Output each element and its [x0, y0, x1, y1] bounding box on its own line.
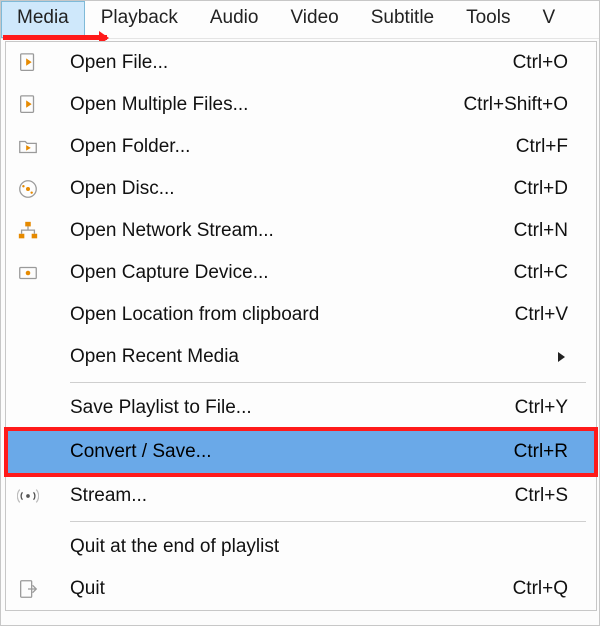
menubar: Media Playback Audio Video Subtitle Tool…: [1, 1, 599, 39]
menubar-item-subtitle[interactable]: Subtitle: [355, 1, 450, 38]
menu-shortcut: Ctrl+Q: [513, 578, 586, 600]
file-play-icon: [12, 52, 44, 74]
menu-shortcut: Ctrl+D: [514, 178, 586, 200]
disc-icon: [12, 178, 44, 200]
menu-shortcut: Ctrl+Y: [515, 397, 586, 419]
menu-item-open-multiple[interactable]: Open Multiple Files... Ctrl+Shift+O: [6, 84, 596, 126]
stream-icon: [12, 485, 44, 507]
menu-label: Open Network Stream...: [70, 220, 514, 242]
menu-label: Open Capture Device...: [70, 262, 514, 284]
menu-item-open-recent[interactable]: Open Recent Media: [6, 336, 596, 378]
menu-shortcut: Ctrl+F: [516, 136, 586, 158]
quit-icon: [12, 578, 44, 600]
menu-item-open-file[interactable]: Open File... Ctrl+O: [6, 42, 596, 84]
menu-label: Open Folder...: [70, 136, 516, 158]
menu-label: Quit: [70, 578, 513, 600]
capture-icon: [12, 262, 44, 284]
menu-label: Open File...: [70, 52, 513, 74]
menu-item-open-network[interactable]: Open Network Stream... Ctrl+N: [6, 210, 596, 252]
menubar-item-tools[interactable]: Tools: [450, 1, 526, 38]
app-window: Media Playback Audio Video Subtitle Tool…: [0, 0, 600, 626]
menu-item-quit[interactable]: Quit Ctrl+Q: [6, 568, 596, 610]
menu-shortcut: Ctrl+V: [515, 304, 586, 326]
menu-label: Convert / Save...: [70, 441, 514, 463]
menu-shortcut: Ctrl+C: [514, 262, 586, 284]
file-play-icon: [12, 94, 44, 116]
menu-item-open-clipboard[interactable]: Open Location from clipboard Ctrl+V: [6, 294, 596, 336]
menu-label: Save Playlist to File...: [70, 397, 515, 419]
menubar-item-media[interactable]: Media: [1, 1, 85, 38]
menu-shortcut: Ctrl+S: [515, 485, 586, 507]
menu-item-open-disc[interactable]: Open Disc... Ctrl+D: [6, 168, 596, 210]
menu-item-stream[interactable]: Stream... Ctrl+S: [6, 475, 596, 517]
menu-item-quit-end[interactable]: Quit at the end of playlist: [6, 526, 596, 568]
menu-separator: [70, 521, 586, 522]
submenu-arrow-icon: [556, 347, 586, 368]
menu-shortcut: Ctrl+Shift+O: [463, 94, 586, 116]
annotation-underline: [3, 35, 107, 40]
menubar-item-view[interactable]: V: [526, 1, 571, 38]
menu-label: Open Multiple Files...: [70, 94, 463, 116]
menu-label: Stream...: [70, 485, 515, 507]
menu-label: Quit at the end of playlist: [70, 536, 568, 558]
menu-shortcut: Ctrl+N: [514, 220, 586, 242]
menu-separator: [70, 382, 586, 383]
menu-item-open-capture[interactable]: Open Capture Device... Ctrl+C: [6, 252, 596, 294]
folder-play-icon: [12, 136, 44, 158]
menu-label: Open Recent Media: [70, 346, 556, 368]
menu-item-convert-save[interactable]: Convert / Save... Ctrl+R: [6, 429, 596, 475]
menu-shortcut: Ctrl+O: [513, 52, 586, 74]
menu-shortcut: Ctrl+R: [514, 441, 586, 463]
network-icon: [12, 220, 44, 242]
menu-label: Open Disc...: [70, 178, 514, 200]
menubar-item-audio[interactable]: Audio: [194, 1, 275, 38]
menubar-item-video[interactable]: Video: [274, 1, 354, 38]
menu-item-save-playlist[interactable]: Save Playlist to File... Ctrl+Y: [6, 387, 596, 429]
media-menu-dropdown: Open File... Ctrl+O Open Multiple Files.…: [5, 41, 597, 611]
menu-item-open-folder[interactable]: Open Folder... Ctrl+F: [6, 126, 596, 168]
menu-label: Open Location from clipboard: [70, 304, 515, 326]
